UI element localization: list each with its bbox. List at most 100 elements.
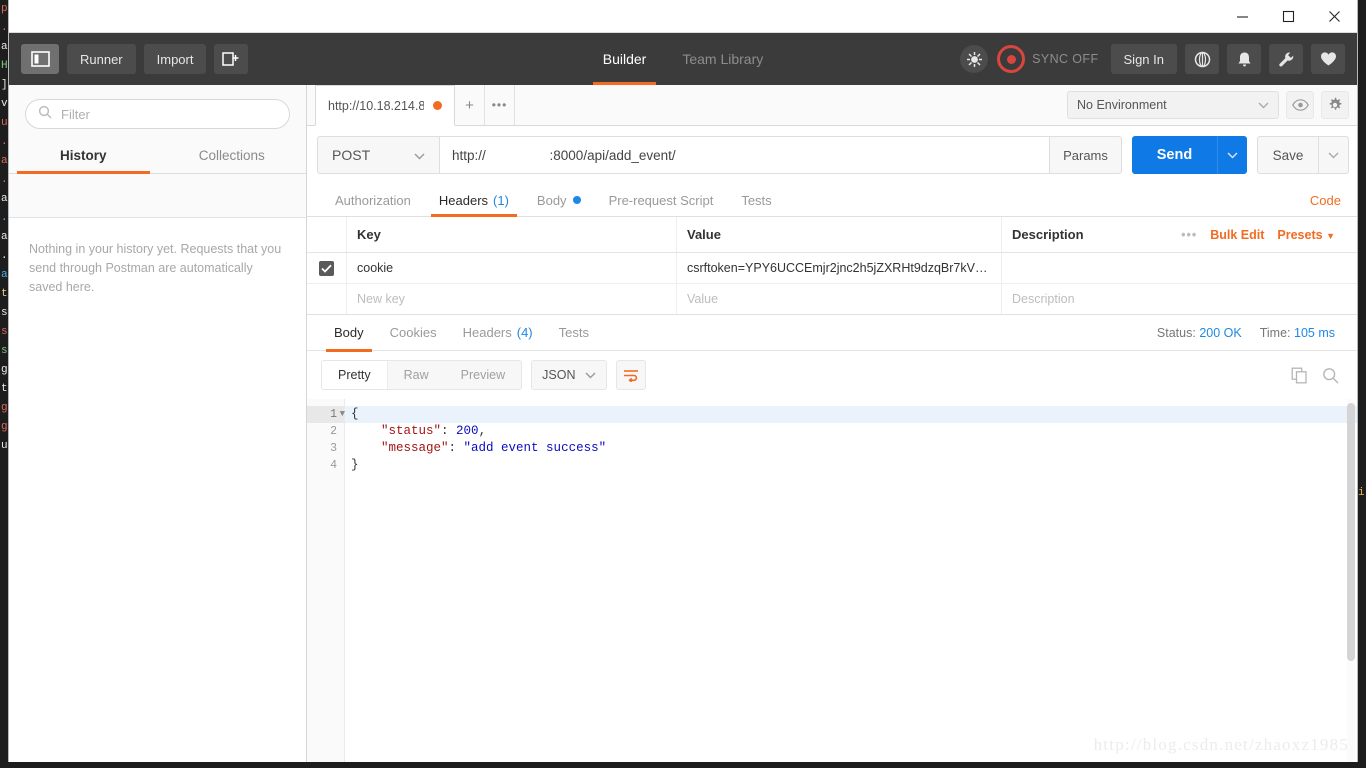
- http-method-select[interactable]: POST: [317, 136, 439, 174]
- chevron-down-icon: [1258, 98, 1269, 112]
- column-value: Value: [677, 217, 1002, 252]
- tab-builder[interactable]: Builder: [585, 33, 665, 85]
- bug-icon[interactable]: [960, 45, 989, 73]
- response-toolbar: Pretty Raw Preview JSON: [307, 351, 1357, 399]
- new-description-cell[interactable]: Description: [1002, 284, 1357, 314]
- send-options-caret-icon[interactable]: [1217, 136, 1247, 174]
- send-button[interactable]: Send: [1132, 136, 1217, 174]
- code-fold-toggle-icon[interactable]: ▼: [340, 406, 345, 423]
- import-button[interactable]: Import: [143, 44, 207, 74]
- http-method-label: POST: [332, 147, 371, 163]
- header-enabled-checkbox[interactable]: [319, 260, 334, 276]
- subtab-label: Headers: [438, 192, 489, 208]
- gear-icon[interactable]: [1321, 91, 1349, 119]
- bulk-edit-button[interactable]: Bulk Edit: [1210, 228, 1264, 242]
- view-mode-pretty[interactable]: Pretty: [322, 361, 388, 389]
- subtab-pre-request-script[interactable]: Pre-request Script: [595, 184, 728, 216]
- new-value-cell[interactable]: Value: [677, 284, 1002, 314]
- maximize-button[interactable]: [1265, 0, 1311, 32]
- sidebar-tab-collections[interactable]: Collections: [158, 139, 307, 173]
- minimize-button[interactable]: [1219, 0, 1265, 32]
- environment-select[interactable]: No Environment: [1067, 91, 1279, 119]
- save-options-caret-icon[interactable]: [1319, 136, 1349, 174]
- request-tab[interactable]: http://10.18.214.88:: [315, 85, 455, 126]
- header-description-cell[interactable]: [1002, 253, 1357, 283]
- url-input[interactable]: [439, 136, 1050, 174]
- sidebar-panel-icon[interactable]: [21, 44, 59, 74]
- params-button[interactable]: Params: [1050, 136, 1122, 174]
- word-wrap-icon[interactable]: [616, 360, 647, 390]
- response-tab-headers[interactable]: Headers (4): [450, 315, 546, 351]
- time-label: Time:: [1259, 325, 1291, 340]
- search-icon[interactable]: [1322, 367, 1339, 384]
- line-number-gutter: 1 ▼ 2 3 4: [307, 399, 345, 762]
- filter-input[interactable]: [61, 106, 277, 122]
- save-button-group: Save: [1257, 136, 1349, 174]
- headers-table: Key Value Description ••• Bulk Edit Pres…: [307, 217, 1357, 315]
- response-headers-count: (4): [516, 325, 533, 340]
- view-mode-preview[interactable]: Preview: [445, 361, 521, 389]
- new-key-cell[interactable]: New key: [347, 284, 677, 314]
- code-token: 200: [456, 424, 479, 438]
- history-empty-message: Nothing in your history yet. Requests th…: [9, 218, 306, 762]
- close-button[interactable]: [1311, 0, 1357, 32]
- more-dots-icon[interactable]: •••: [1181, 228, 1197, 242]
- status-label: Status:: [1156, 325, 1196, 340]
- search-icon: [38, 105, 52, 124]
- subtab-tests[interactable]: Tests: [727, 184, 785, 216]
- code-token: :: [448, 441, 464, 455]
- header-key-cell[interactable]: cookie: [347, 253, 677, 283]
- presets-button[interactable]: Presets ▼: [1277, 228, 1335, 242]
- heart-icon[interactable]: [1311, 44, 1345, 74]
- headers-table-actions: ••• Bulk Edit Presets ▼: [1177, 228, 1347, 242]
- time-value: 105 ms: [1294, 325, 1335, 340]
- subtab-label: Pre-request Script: [608, 192, 714, 208]
- header-value-cell[interactable]: csrftoken=YPY6UCCEmjr2jnc2h5jZXRHt9dzqBr…: [677, 253, 1002, 283]
- bell-icon[interactable]: [1227, 44, 1261, 74]
- response-tab-cookies[interactable]: Cookies: [377, 315, 450, 351]
- code-vertical-scrollbar[interactable]: [1347, 403, 1355, 661]
- globe-icon[interactable]: [1185, 44, 1219, 74]
- subtab-authorization[interactable]: Authorization: [321, 184, 425, 216]
- subtab-label: Tests: [741, 192, 772, 208]
- request-tabs-more-button[interactable]: •••: [485, 85, 515, 125]
- app-header: Runner Import Builder Team Library SYNC …: [9, 33, 1357, 85]
- chevron-down-icon: [414, 147, 425, 163]
- tab-team-library[interactable]: Team Library: [664, 33, 781, 85]
- line-number: 4: [330, 459, 337, 472]
- response-format-select[interactable]: JSON: [531, 360, 608, 390]
- sign-in-button[interactable]: Sign In: [1110, 44, 1177, 74]
- code-token: ,: [478, 424, 487, 438]
- response-tab-tests[interactable]: Tests: [546, 315, 602, 351]
- headers-count: (1): [493, 192, 509, 208]
- request-tab-bar: http://10.18.214.88: + ••• No Environmen…: [307, 85, 1357, 126]
- time-badge: Time: 105 ms: [1260, 326, 1335, 340]
- response-meta: Status: 200 OK Time: 105 ms: [1157, 326, 1343, 340]
- new-window-icon[interactable]: [214, 44, 249, 74]
- code-token: "message": [381, 441, 449, 455]
- sync-status-icon[interactable]: [997, 45, 1026, 73]
- line-number: 2: [330, 425, 337, 438]
- runner-button[interactable]: Runner: [67, 44, 136, 74]
- subtab-body[interactable]: Body: [523, 184, 595, 216]
- filter-wrapper: [9, 85, 306, 139]
- wrench-icon[interactable]: [1269, 44, 1303, 74]
- subtab-headers[interactable]: Headers (1): [425, 184, 523, 217]
- response-body-code[interactable]: { "status": 200, "message": "add event s…: [345, 399, 1357, 762]
- response-tab-label: Tests: [558, 325, 589, 340]
- code-link[interactable]: Code: [1294, 184, 1357, 216]
- add-request-tab-button[interactable]: +: [455, 85, 485, 125]
- new-row-checkbox-cell: [307, 284, 347, 314]
- filter-box[interactable]: [25, 99, 290, 129]
- body-content-indicator-dot: [572, 196, 581, 204]
- eye-icon[interactable]: [1286, 91, 1314, 119]
- copy-icon[interactable]: [1291, 367, 1308, 384]
- column-description-label: Description: [1012, 227, 1084, 242]
- sidebar-tab-history[interactable]: History: [9, 139, 158, 174]
- save-button[interactable]: Save: [1257, 136, 1319, 174]
- column-description: Description ••• Bulk Edit Presets ▼: [1002, 217, 1357, 252]
- more-dots-icon: •••: [491, 98, 508, 112]
- view-mode-raw[interactable]: Raw: [388, 361, 445, 389]
- response-tab-body[interactable]: Body: [321, 315, 377, 352]
